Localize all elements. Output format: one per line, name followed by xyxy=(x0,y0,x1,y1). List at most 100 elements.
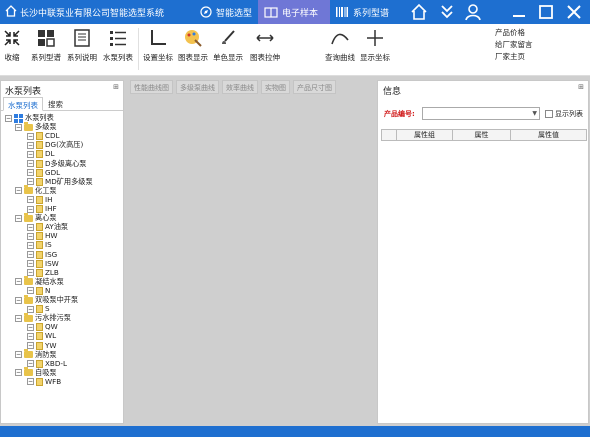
collapse-toggle-icon[interactable]: − xyxy=(15,123,22,131)
collapse-toggle-icon[interactable]: − xyxy=(15,314,22,322)
tree-item[interactable]: − N xyxy=(27,286,50,295)
collapse-toggle-icon[interactable]: − xyxy=(27,232,34,240)
tree-item[interactable]: − ISW xyxy=(27,259,59,268)
series-catalog-button[interactable]: 系列型谱 xyxy=(30,26,62,63)
close-icon[interactable] xyxy=(565,3,583,21)
column-property-value[interactable]: 属性值 xyxy=(510,130,586,140)
tree-item[interactable]: − DL xyxy=(27,149,55,159)
chart-display-button[interactable]: 图表显示 xyxy=(177,26,209,63)
collapse-toggle-icon[interactable]: − xyxy=(27,132,34,140)
collapse-toggle-icon[interactable]: − xyxy=(27,251,34,258)
collapse-toggle-icon[interactable]: − xyxy=(27,160,34,167)
doc-tab-performance-curve[interactable]: 性能曲线图 xyxy=(130,80,173,94)
collapse-toggle-icon[interactable]: − xyxy=(27,332,34,340)
collapse-toggle-icon[interactable]: − xyxy=(27,269,34,277)
query-curve-button[interactable]: 查询曲线 xyxy=(323,26,357,63)
collapse-toggle-icon[interactable]: − xyxy=(15,296,22,304)
tree-category[interactable]: − 化工泵 xyxy=(15,185,57,195)
collapse-toggle-icon[interactable]: − xyxy=(27,150,34,158)
tree-item[interactable]: − IS xyxy=(27,240,52,250)
download-icon[interactable] xyxy=(438,3,456,21)
collapse-toggle-icon[interactable]: − xyxy=(15,351,22,359)
tab-ebook[interactable]: 电子样本 xyxy=(258,0,330,24)
series-description-button[interactable]: 系列说明 xyxy=(66,26,98,63)
tree-category[interactable]: − 多级泵 xyxy=(15,121,57,131)
collapse-toggle-icon[interactable]: − xyxy=(27,342,34,349)
collapse-toggle-icon[interactable]: − xyxy=(15,187,22,195)
tree-item[interactable]: − AY油泵 xyxy=(27,222,68,232)
collapse-toggle-icon[interactable]: − xyxy=(27,169,34,177)
tab-search[interactable]: 搜索 xyxy=(44,97,67,111)
info-panel: 信息 ⊞ 产品编号: ▼ 显示列表 属性组 属性 属性值 xyxy=(377,80,589,424)
tree-category[interactable]: − 双吸泵中开泵 xyxy=(15,294,78,304)
tree-category[interactable]: − 消防泵 xyxy=(15,349,57,359)
tree-item[interactable]: − XBD-L xyxy=(27,359,67,368)
doc-tab-photo[interactable]: 实物图 xyxy=(261,80,290,94)
collapse-toggle-icon[interactable]: − xyxy=(27,196,34,204)
tree-category[interactable]: − 凝结水泵 xyxy=(15,276,64,286)
set-axis-label: 设置坐标 xyxy=(143,53,173,62)
collapse-toggle-icon[interactable]: − xyxy=(15,278,22,286)
doc-tab-dimension-drawing[interactable]: 产品尺寸图 xyxy=(293,80,336,94)
collapse-toggle-icon[interactable]: − xyxy=(27,178,34,186)
vendor-homepage-link[interactable]: 厂家主页 xyxy=(495,51,525,62)
chart-stretch-button[interactable]: 图表拉伸 xyxy=(248,26,282,63)
tree-item[interactable]: − GDL xyxy=(27,168,60,177)
column-property[interactable]: 属性 xyxy=(452,130,510,140)
mono-display-button[interactable]: 单色显示 xyxy=(212,26,244,63)
tree-category[interactable]: − 自吸泵 xyxy=(15,367,57,377)
tree-item[interactable]: − WFB xyxy=(27,377,61,386)
folder-icon xyxy=(24,312,33,322)
doc-tab-efficiency-curve[interactable]: 效率曲线 xyxy=(222,80,258,94)
tree-item[interactable]: − DG(次高压) xyxy=(27,140,83,150)
minimize-icon[interactable] xyxy=(510,3,528,21)
doc-tab-multistage-curve[interactable]: 多级泵曲线 xyxy=(176,80,219,94)
home-page-icon[interactable] xyxy=(410,3,428,21)
tree-item[interactable]: − IH xyxy=(27,195,53,204)
show-list-checkbox[interactable]: 显示列表 xyxy=(545,109,583,119)
collapse-button[interactable]: 收缩 xyxy=(2,26,22,63)
pump-list-button[interactable]: 水泵列表 xyxy=(102,26,134,63)
tree-category[interactable]: − 污水排污泵 xyxy=(15,312,71,322)
tree-item[interactable]: − ISG xyxy=(27,250,57,259)
tab-smart-selection[interactable]: 智能选型 xyxy=(200,0,258,24)
collapse-toggle-icon[interactable]: − xyxy=(27,141,34,149)
pin-icon[interactable]: ⊞ xyxy=(113,83,119,91)
tree-item[interactable]: − MD矿用多级泵 xyxy=(27,177,93,186)
tab-pump-list[interactable]: 水泵列表 xyxy=(3,97,43,111)
tree-item[interactable]: − D多级离心泵 xyxy=(27,159,86,168)
collapse-toggle-icon[interactable]: − xyxy=(27,241,34,249)
tree-item[interactable]: − S xyxy=(27,304,50,314)
collapse-toggle-icon[interactable]: − xyxy=(15,214,22,222)
collapse-toggle-icon[interactable]: − xyxy=(27,223,34,231)
set-axis-button[interactable]: 设置坐标 xyxy=(142,26,174,63)
leave-message-link[interactable]: 给厂家留言 xyxy=(495,39,533,50)
tree-item[interactable]: − WL xyxy=(27,331,56,341)
collapse-toggle-icon[interactable]: − xyxy=(5,114,12,122)
user-icon[interactable] xyxy=(464,3,482,21)
tree-item[interactable]: − CDL xyxy=(27,131,60,141)
collapse-toggle-icon[interactable]: − xyxy=(27,205,34,213)
collapse-toggle-icon[interactable]: − xyxy=(27,305,34,313)
tree-root[interactable]: − 水泵列表 xyxy=(5,113,54,123)
tree-item[interactable]: − IHF xyxy=(27,204,57,213)
collapse-toggle-icon[interactable]: − xyxy=(15,369,22,377)
tree-item[interactable]: − QW xyxy=(27,322,58,332)
show-coords-button[interactable]: 显示坐标 xyxy=(358,26,392,63)
product-number-select[interactable]: ▼ xyxy=(422,107,540,120)
collapse-toggle-icon[interactable]: − xyxy=(27,287,34,295)
tab-series-catalog[interactable]: 系列型谱 xyxy=(335,0,405,24)
tree-node-label: 消防泵 xyxy=(35,349,57,359)
collapse-toggle-icon[interactable]: − xyxy=(27,323,34,331)
collapse-toggle-icon[interactable]: − xyxy=(27,360,34,368)
maximize-icon[interactable] xyxy=(537,3,555,21)
collapse-toggle-icon[interactable]: − xyxy=(27,378,34,386)
tree-item[interactable]: − HW xyxy=(27,231,58,241)
collapse-toggle-icon[interactable]: − xyxy=(27,260,34,268)
tree-category[interactable]: − 离心泵 xyxy=(15,212,57,222)
tree-item[interactable]: − ZLB xyxy=(27,268,59,277)
column-property-group[interactable]: 属性组 xyxy=(396,130,452,140)
pin-icon[interactable]: ⊞ xyxy=(578,83,584,91)
tree-item[interactable]: − YW xyxy=(27,341,57,350)
product-price-link[interactable]: 产品价格 xyxy=(495,27,525,38)
